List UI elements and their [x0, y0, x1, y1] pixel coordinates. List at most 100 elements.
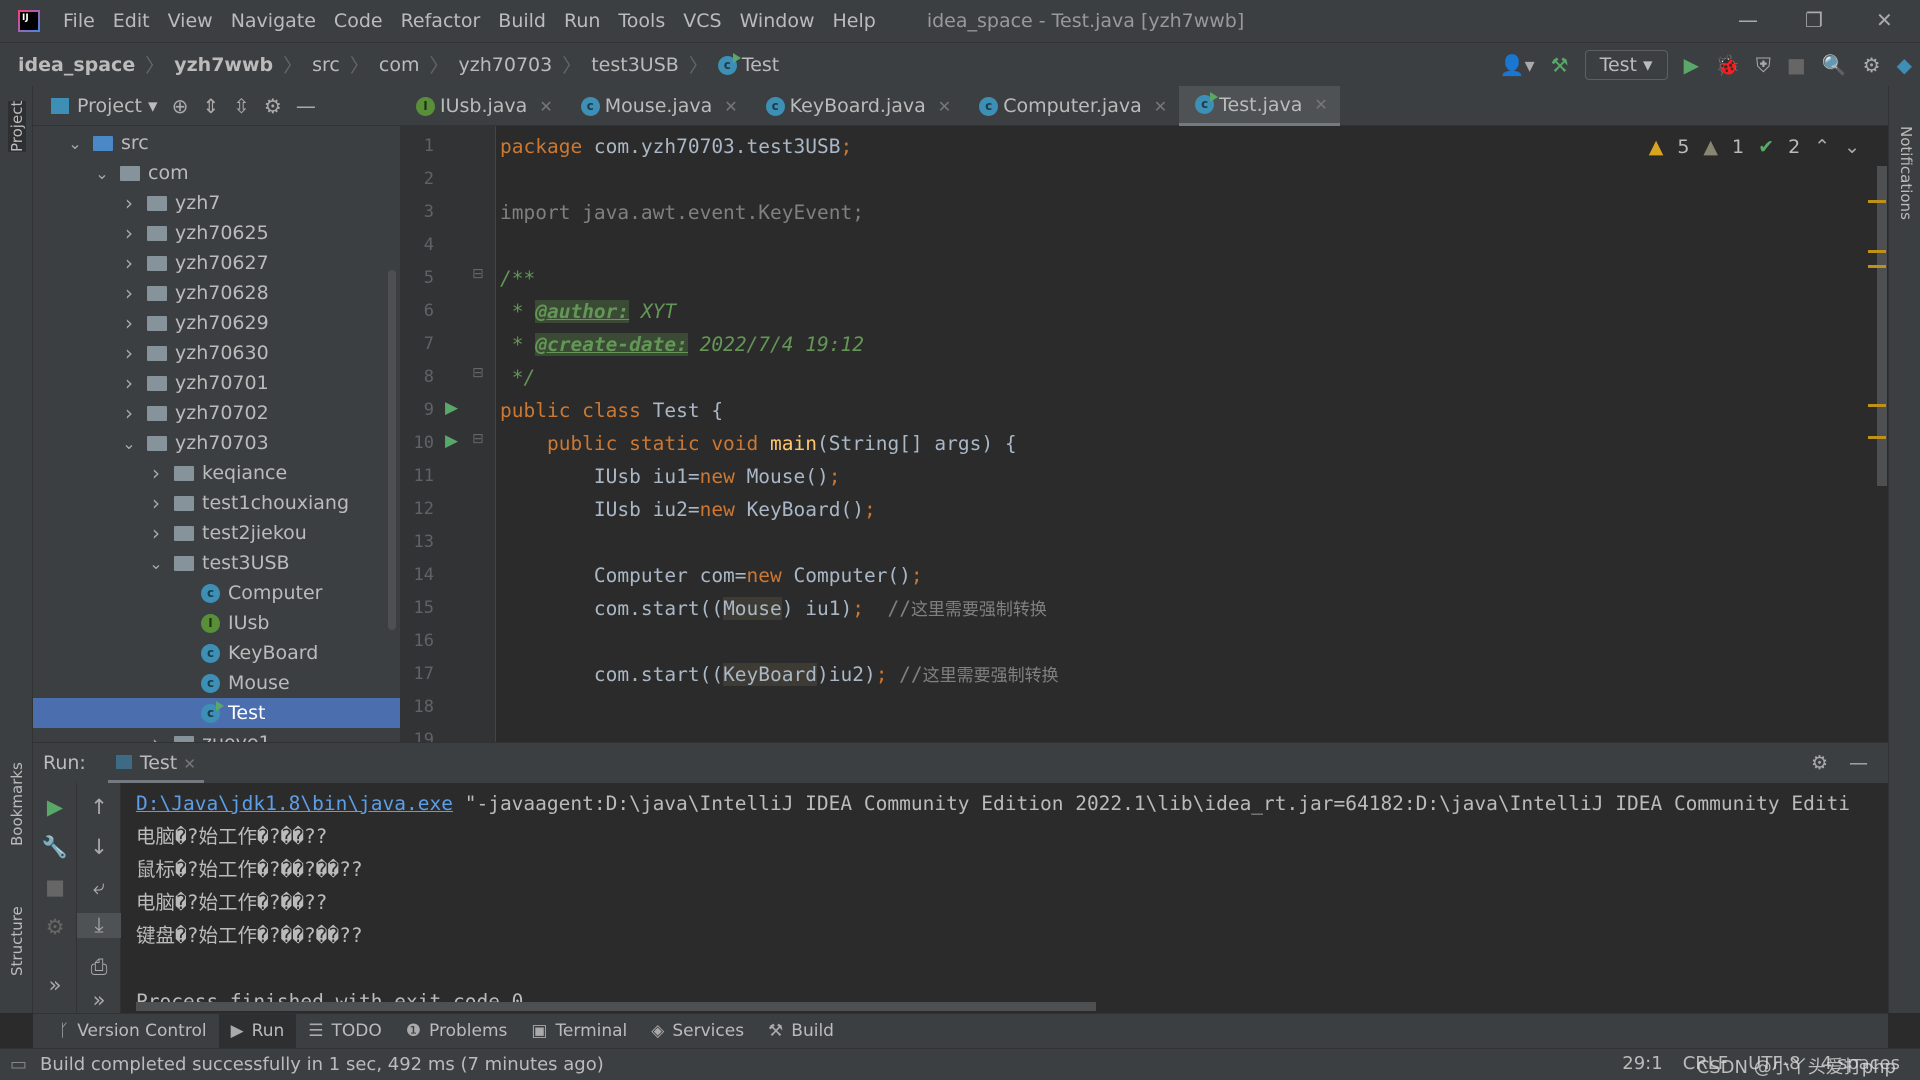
chevron-right-icon[interactable]: › [121, 221, 137, 245]
tab-mouse-java[interactable]: c Mouse.java ✕ [565, 86, 750, 126]
chevron-down-icon[interactable]: ⌄ [67, 134, 83, 153]
wrench-icon[interactable]: 🔧 [33, 835, 77, 860]
breadcrumb-item[interactable]: idea_space [18, 54, 135, 76]
tree-item-yzh70625[interactable]: › yzh70625 [33, 218, 400, 248]
restore-button[interactable]: ❐ [1805, 8, 1823, 32]
menu-build[interactable]: Build [495, 10, 549, 32]
code-with-me-icon[interactable]: ◆ [1897, 53, 1912, 77]
project-scrollbar[interactable] [388, 270, 396, 630]
chevron-right-icon[interactable]: › [121, 311, 137, 335]
collapse-all-icon[interactable]: ⇳ [233, 94, 250, 118]
bookmarks-stripe-button[interactable]: Bookmarks [8, 762, 26, 846]
more-icon[interactable]: » [77, 988, 121, 1012]
menu-view[interactable]: View [165, 10, 216, 32]
tree-item-test3usb[interactable]: ⌄ test3USB [33, 548, 400, 578]
console-horizontal-scrollbar[interactable] [136, 1002, 1096, 1011]
scroll-to-end-icon[interactable]: ⤓ [77, 913, 121, 938]
more-icon[interactable]: » [33, 973, 77, 997]
tree-item-yzh70630[interactable]: › yzh70630 [33, 338, 400, 368]
menu-navigate[interactable]: Navigate [228, 10, 319, 32]
breadcrumb-item[interactable]: test3USB [591, 54, 679, 76]
error-stripe-mark[interactable] [1868, 404, 1886, 407]
minimize-button[interactable]: — [1738, 8, 1758, 32]
breadcrumb-item[interactable]: yzh7wwb [174, 54, 273, 76]
gear-icon[interactable]: ⚙ [264, 94, 282, 118]
tree-item-test2jiekou[interactable]: › test2jiekou [33, 518, 400, 548]
soft-wrap-icon[interactable]: ⤶ [77, 875, 121, 900]
tab-test-java[interactable]: c Test.java ✕ [1179, 86, 1340, 126]
account-icon[interactable]: 👤▾ [1500, 53, 1535, 77]
tab-keyboard-java[interactable]: c KeyBoard.java ✕ [750, 86, 964, 126]
chevron-right-icon[interactable]: › [121, 191, 137, 215]
chevron-down-icon[interactable]: ⌄ [148, 554, 164, 573]
chevron-right-icon[interactable]: › [121, 341, 137, 365]
tree-item-yzh70701[interactable]: › yzh70701 [33, 368, 400, 398]
console-output[interactable]: D:\Java\jdk1.8\bin\java.exe "-javaagent:… [136, 787, 1858, 1018]
chevron-right-icon[interactable]: › [148, 521, 164, 545]
chevron-right-icon[interactable]: › [121, 401, 137, 425]
up-arrow-icon[interactable]: ↑ [77, 795, 121, 819]
chevron-right-icon[interactable]: › [148, 491, 164, 515]
close-window-button[interactable]: ✕ [1876, 8, 1893, 32]
close-tab-icon[interactable]: ✕ [1154, 97, 1167, 116]
coverage-icon[interactable]: ⛨ [1756, 53, 1771, 77]
tool-problems[interactable]: ❶ Problems [394, 1014, 520, 1049]
menu-file[interactable]: File [60, 10, 98, 32]
tool-todo[interactable]: ☰ TODO [296, 1014, 394, 1049]
inspection-widget[interactable]: ▲ 5 ▲ 1 ✔ 2 ⌃ ⌄ [1649, 136, 1860, 158]
tree-item-yzh70702[interactable]: › yzh70702 [33, 398, 400, 428]
error-stripe-mark[interactable] [1868, 436, 1886, 439]
tool-run[interactable]: ▶ Run [218, 1013, 297, 1049]
menu-tools[interactable]: Tools [615, 10, 668, 32]
expand-all-icon[interactable]: ⇕ [202, 94, 219, 118]
tree-item-src[interactable]: ⌄ src [33, 128, 400, 158]
tree-item-yzh70627[interactable]: › yzh70627 [33, 248, 400, 278]
layout-icon[interactable]: ▭ [10, 1054, 27, 1075]
tab-iusb-java[interactable]: I IUsb.java ✕ [400, 86, 565, 126]
tree-item-com[interactable]: ⌄ com [33, 158, 400, 188]
tool-terminal[interactable]: ▣ Terminal [519, 1014, 639, 1049]
error-stripe-mark[interactable] [1868, 200, 1886, 203]
tree-item-yzh70628[interactable]: › yzh70628 [33, 278, 400, 308]
breadcrumb-item[interactable]: c Test [717, 52, 779, 76]
tree-item-test[interactable]: c Test [33, 698, 400, 728]
tree-item-computer[interactable]: c Computer [33, 578, 400, 608]
caret-position[interactable]: 29:1 [1622, 1053, 1662, 1074]
rerun-icon[interactable]: ▶ [33, 795, 77, 819]
hide-icon[interactable]: — [296, 94, 316, 118]
close-tab-icon[interactable]: ✕ [724, 97, 737, 116]
notifications-stripe-button[interactable]: Notifications [1897, 126, 1915, 220]
run-gutter-icon[interactable]: ▶ [445, 398, 458, 418]
stop-icon[interactable]: ■ [33, 875, 77, 899]
gear-icon[interactable]: ⚙ [1863, 53, 1881, 77]
print-icon[interactable]: ⎙ [77, 955, 121, 980]
tree-item-yzh7[interactable]: › yzh7 [33, 188, 400, 218]
tree-item-yzh70629[interactable]: › yzh70629 [33, 308, 400, 338]
breadcrumb-item[interactable]: yzh70703 [459, 54, 553, 76]
tree-item-keyboard[interactable]: c KeyBoard [33, 638, 400, 668]
next-highlight-icon[interactable]: ⌄ [1844, 136, 1860, 158]
tree-item-iusb[interactable]: I IUsb [33, 608, 400, 638]
error-stripe-mark[interactable] [1868, 265, 1886, 268]
stop-icon[interactable]: ■ [1787, 53, 1806, 77]
breadcrumb-item[interactable]: src [312, 54, 340, 76]
menu-window[interactable]: Window [737, 10, 818, 32]
chevron-right-icon[interactable]: › [121, 281, 137, 305]
close-tab-icon[interactable]: ✕ [938, 97, 951, 116]
tree-item-mouse[interactable]: c Mouse [33, 668, 400, 698]
tree-item-test1chouxiang[interactable]: › test1chouxiang [33, 488, 400, 518]
gear-icon[interactable]: ⚙ [1811, 752, 1828, 774]
debug-icon[interactable]: 🐞 [1715, 53, 1740, 77]
chevron-right-icon[interactable]: › [148, 731, 164, 742]
project-view-dropdown[interactable]: Project ▾ [51, 95, 158, 117]
run-tab-test[interactable]: Test ✕ [107, 743, 204, 783]
menu-refactor[interactable]: Refactor [398, 10, 484, 32]
fold-icon[interactable]: ⊟ [472, 365, 484, 381]
java-exe-link[interactable]: D:\Java\jdk1.8\bin\java.exe [136, 792, 453, 815]
run-icon[interactable]: ▶ [1684, 53, 1699, 77]
breadcrumb-item[interactable]: com [379, 54, 420, 76]
fold-icon[interactable]: ⊟ [472, 266, 484, 282]
tool-services[interactable]: ◈ Services [639, 1014, 756, 1049]
chevron-down-icon[interactable]: ⌄ [121, 434, 137, 453]
error-stripe-mark[interactable] [1868, 250, 1886, 253]
